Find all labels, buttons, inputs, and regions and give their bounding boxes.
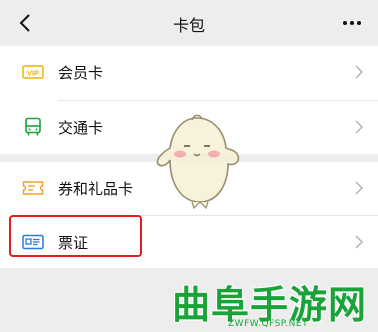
mascot-overlay-icon	[156, 114, 240, 210]
chevron-right-icon	[355, 235, 364, 249]
watermark-url: ZWFW.QFSP.NET	[228, 319, 309, 329]
nav-bar: 卡包	[0, 0, 378, 46]
list-item-membership-card[interactable]: VIP 会员卡	[0, 46, 378, 99]
list-item-label: 券和礼品卡	[58, 180, 134, 198]
chevron-right-icon	[355, 181, 364, 195]
svg-text:VIP: VIP	[27, 69, 39, 78]
list-item-label: 会员卡	[58, 64, 104, 82]
coupon-icon	[22, 178, 44, 198]
bus-icon	[22, 117, 44, 137]
more-dots-icon	[343, 21, 361, 25]
list-item-label: 交通卡	[58, 119, 104, 137]
vip-card-icon: VIP	[22, 62, 44, 82]
chevron-right-icon	[355, 65, 364, 79]
watermark: 曲阜手游网 ZWFW.QFSP.NET	[168, 272, 378, 332]
page-title: 卡包	[172, 16, 205, 35]
chevron-right-icon	[355, 120, 364, 134]
more-button[interactable]	[340, 12, 364, 34]
annotation-highlight-box	[9, 215, 142, 257]
